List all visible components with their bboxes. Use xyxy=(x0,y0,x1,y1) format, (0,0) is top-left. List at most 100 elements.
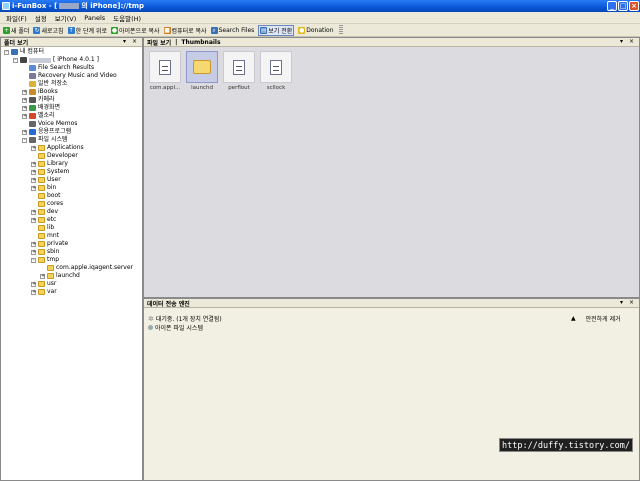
tree-item[interactable]: + Library xyxy=(31,160,68,168)
collapse-icon[interactable]: - xyxy=(4,49,9,55)
expand-icon[interactable]: + xyxy=(31,289,36,295)
file-thumbnail[interactable]: com.appl... xyxy=(148,51,182,95)
tree-item[interactable]: - [ iPhone 4.0.1 ] xyxy=(13,56,99,64)
tree-item[interactable]: + usr xyxy=(31,280,56,288)
tree-item-label: launchd xyxy=(56,272,80,279)
tree-item-label: 벨소리 xyxy=(38,112,55,119)
tree-item-label: File Search Results xyxy=(38,64,95,71)
expand-icon[interactable]: + xyxy=(22,89,27,95)
tree-item[interactable]: - tmp xyxy=(31,256,59,264)
tree-item[interactable]: mnt xyxy=(31,232,59,240)
tree-item[interactable]: + 카메라 xyxy=(22,96,55,104)
toolbar-search-button[interactable]: ⌕ Search Files xyxy=(210,26,254,34)
iphone-icon xyxy=(20,57,27,63)
toolbar-copy-to-pc-button[interactable]: ■ 컴퓨터로 복사 xyxy=(163,26,207,35)
tree-item-label: com.apple.iqagent.server xyxy=(56,264,133,271)
view-mode-label[interactable]: Thumbnails xyxy=(181,39,220,46)
tree-item[interactable]: + var xyxy=(31,288,57,296)
toolbar-refresh-button[interactable]: ↻ 새로고침 xyxy=(33,26,64,35)
toolbar-view-toggle-button[interactable]: ▤ 보기 전환 xyxy=(258,24,295,36)
file-panel-controls[interactable]: ▾ × xyxy=(620,38,636,45)
tree-item[interactable]: lib xyxy=(31,224,54,232)
tree-item[interactable]: Recovery Music and Video xyxy=(22,72,117,80)
menu-settings[interactable]: 설정 xyxy=(35,13,47,23)
toolbar-label: 새로고침 xyxy=(41,27,64,35)
tree-item[interactable]: - 내 컴퓨터 xyxy=(4,48,44,56)
watermark: http://duffy.tistory.com/ xyxy=(499,438,633,452)
tree-item-label: 내 컴퓨터 xyxy=(20,48,44,55)
title-bar: i-FunBox - [ 의 iPhone]://tmp _ □ × xyxy=(0,0,640,12)
folder-icon xyxy=(38,233,45,239)
expand-icon[interactable]: + xyxy=(22,105,27,111)
collapse-icon[interactable]: - xyxy=(31,257,36,263)
transfer-panel-controls[interactable]: ▾ × xyxy=(620,299,636,306)
tree-item[interactable]: + 배경화면 xyxy=(22,104,60,112)
close-button[interactable]: × xyxy=(629,1,639,11)
folder-panel-controls[interactable]: ▾ × xyxy=(123,38,139,45)
folder-icon xyxy=(38,281,45,287)
tree-item[interactable]: - 파일 시스템 xyxy=(22,136,68,144)
expand-icon[interactable]: + xyxy=(40,273,45,279)
expand-icon[interactable]: + xyxy=(31,249,36,255)
expand-icon[interactable]: + xyxy=(31,185,36,191)
tree-item[interactable]: + bin xyxy=(31,184,56,192)
document-icon xyxy=(270,59,282,75)
tree-item[interactable]: cores xyxy=(31,200,63,208)
camera-icon xyxy=(29,97,36,103)
toolbar-donation-button[interactable]: ● Donation xyxy=(298,26,334,34)
tree-item[interactable]: + sbin xyxy=(31,248,59,256)
expand-icon[interactable]: + xyxy=(31,145,36,151)
tree-item[interactable]: + private xyxy=(31,240,68,248)
menu-panels[interactable]: Panels xyxy=(84,14,105,22)
tree-item[interactable]: com.apple.iqagent.server xyxy=(40,264,133,272)
toolbar-copy-to-iphone-button[interactable]: ● 아이폰으로 복사 xyxy=(110,26,160,35)
menu-file[interactable]: 파일(F) xyxy=(6,13,27,23)
safe-remove-button[interactable]: ▲ 안전하게 제거 xyxy=(571,314,621,323)
tree-item[interactable]: boot xyxy=(31,192,61,200)
tree-item[interactable]: + etc xyxy=(31,216,56,224)
expand-icon[interactable]: + xyxy=(31,177,36,183)
tree-item[interactable]: 일반 저장소 xyxy=(22,80,68,88)
file-thumbnail[interactable]: scllock xyxy=(259,51,293,95)
refresh-icon: ↻ xyxy=(33,26,41,34)
expand-icon[interactable]: + xyxy=(31,161,36,167)
expand-icon[interactable]: + xyxy=(31,169,36,175)
file-thumbnail[interactable]: launchd xyxy=(185,51,219,95)
expand-icon[interactable]: + xyxy=(31,209,36,215)
tree-item[interactable]: + launchd xyxy=(40,272,80,280)
file-thumbnail[interactable]: perflout xyxy=(222,51,256,95)
tree-item[interactable]: + 응용프로그램 xyxy=(22,128,71,136)
minimize-button[interactable]: _ xyxy=(607,1,617,11)
maximize-button[interactable]: □ xyxy=(618,1,628,11)
tree-item[interactable]: + 벨소리 xyxy=(22,112,55,120)
expand-icon[interactable]: + xyxy=(22,129,27,135)
tree-item[interactable]: + User xyxy=(31,176,61,184)
voice-memos-icon xyxy=(29,121,36,127)
tree-item[interactable]: Developer xyxy=(31,152,78,160)
expand-icon[interactable]: + xyxy=(22,113,27,119)
toolbar-plus-button[interactable]: + 새 폴더 xyxy=(3,26,29,35)
tree-item[interactable]: + dev xyxy=(31,208,58,216)
tree-item[interactable]: Voice Memos xyxy=(22,120,77,128)
menu-view[interactable]: 보기(V) xyxy=(55,13,76,23)
tree-item-label: Developer xyxy=(47,152,78,159)
expand-icon[interactable]: + xyxy=(22,97,27,103)
toolbar-up-arrow-button[interactable]: ↑ 한 단계 위로 xyxy=(67,26,107,35)
menu-help[interactable]: 도움말(H) xyxy=(113,13,141,23)
expand-icon[interactable]: + xyxy=(31,281,36,287)
tree-item[interactable]: + Applications xyxy=(31,144,84,152)
toolbar-grip[interactable] xyxy=(338,25,343,35)
safe-remove-label: 안전하게 제거 xyxy=(585,316,621,323)
tree-item-label: 일반 저장소 xyxy=(38,80,68,87)
collapse-icon[interactable]: - xyxy=(13,57,18,63)
expand-icon[interactable]: + xyxy=(31,217,36,223)
folder-icon xyxy=(38,257,45,263)
computer-icon xyxy=(11,49,18,55)
tree-item-label: sbin xyxy=(47,248,60,255)
tree-item-label: 카메라 xyxy=(38,96,55,103)
tree-item[interactable]: File Search Results xyxy=(22,64,94,72)
collapse-icon[interactable]: - xyxy=(22,137,27,143)
tree-item[interactable]: + iBooks xyxy=(22,88,58,96)
expand-icon[interactable]: + xyxy=(31,241,36,247)
tree-item[interactable]: + System xyxy=(31,168,69,176)
